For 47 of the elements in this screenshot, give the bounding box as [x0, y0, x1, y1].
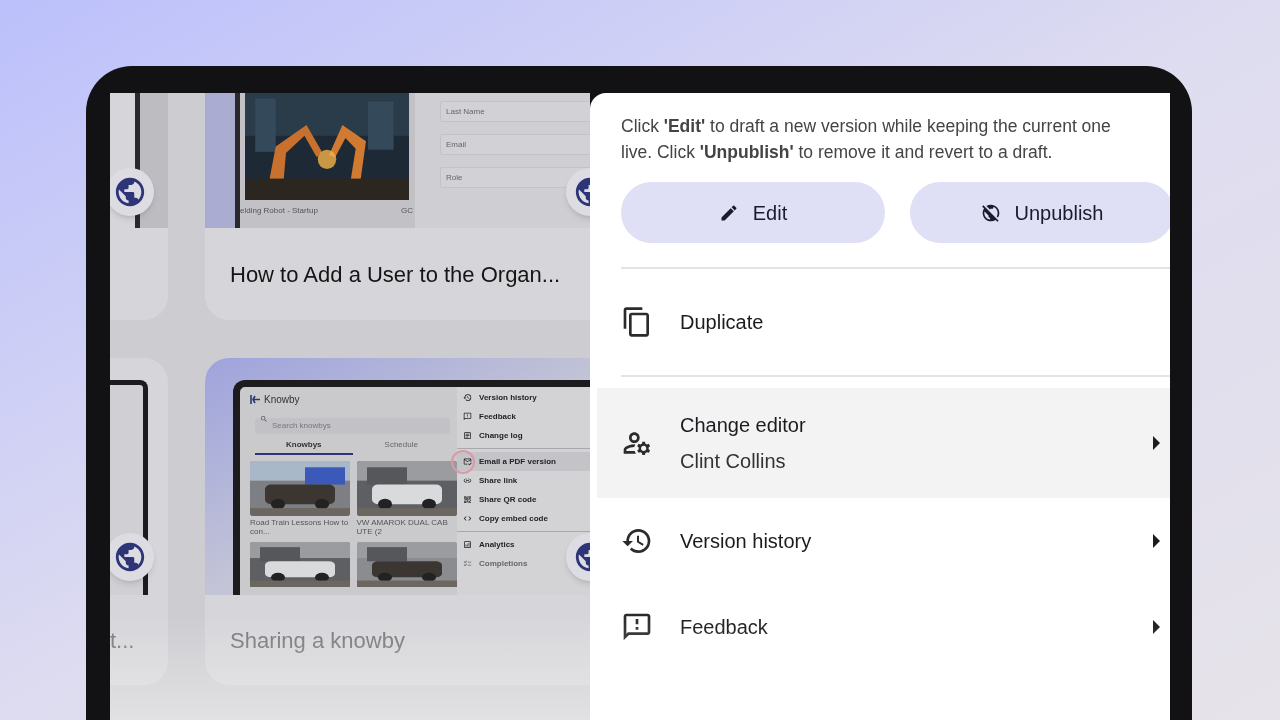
link-icon [463, 476, 472, 485]
qr-code-icon [463, 495, 472, 504]
globe-badge[interactable] [110, 533, 154, 581]
unpublish-button[interactable]: Unpublish [910, 182, 1170, 243]
menu-item[interactable]: Version history [597, 498, 1170, 584]
menu-item[interactable]: Version history [457, 388, 590, 407]
history-icon [463, 393, 472, 402]
item-caption: Road Train Lessons How to con... [250, 518, 349, 536]
card-title: Sharing a knowby [230, 626, 405, 655]
globe-badge[interactable] [110, 168, 154, 216]
photo-caption: GC [401, 205, 413, 217]
menu-item[interactable]: Change editor Clint Collins [597, 388, 1170, 498]
menu-item[interactable]: Feedback [457, 407, 590, 426]
tab[interactable]: Knowbys [255, 439, 353, 455]
knowby-card[interactable]: elding Robot - Startup GC Last Name Email Role How to Add a User to the Organ... [205, 93, 590, 320]
photo-caption: elding Robot - Startup [240, 205, 318, 217]
app-logo-icon [250, 394, 261, 405]
submenu-arrow-icon [1153, 620, 1160, 634]
menu-item[interactable]: Copy embed code [457, 509, 590, 528]
code-icon [463, 514, 472, 523]
tap-indicator-icon [451, 450, 475, 474]
email-icon [463, 457, 472, 466]
chart-icon [463, 540, 472, 549]
menu-item[interactable]: Email a PDF version [457, 452, 590, 471]
description: Click 'Edit' to draft a new version while keeping the current one live. Click 'Unpublish' to remove it and revert to a draft. [620, 115, 1112, 164]
card-title: How to Add a User to the Organ... [230, 260, 561, 289]
knowby-card[interactable] [110, 93, 168, 320]
unpublish-icon [980, 202, 1001, 223]
tab[interactable]: Schedule [352, 439, 450, 455]
menu-item[interactable]: Duplicate [597, 269, 1170, 375]
search-field[interactable]: Search knowbys [255, 417, 450, 434]
menu-item[interactable]: Analytics [457, 535, 590, 554]
menu-item[interactable]: Share QR code [457, 490, 590, 509]
form-field[interactable]: Last Name [440, 101, 590, 122]
submenu-arrow-icon [1153, 534, 1160, 548]
menu-item[interactable]: Share link [457, 471, 590, 490]
app-name: Knowby [264, 393, 300, 407]
submenu-arrow-icon [1153, 436, 1160, 450]
form-field[interactable]: Email [440, 134, 590, 155]
card-title: t... [110, 626, 135, 655]
menu-item[interactable]: Change log [457, 426, 590, 445]
edit-button[interactable]: Edit [621, 182, 885, 243]
item-caption: VW AMAROK DUAL CAB UTE (2 [356, 518, 449, 536]
menu-item[interactable]: Feedback [597, 584, 1170, 670]
feedback-icon [463, 412, 472, 421]
document-icon [463, 431, 472, 440]
knowby-card[interactable] [205, 358, 590, 685]
